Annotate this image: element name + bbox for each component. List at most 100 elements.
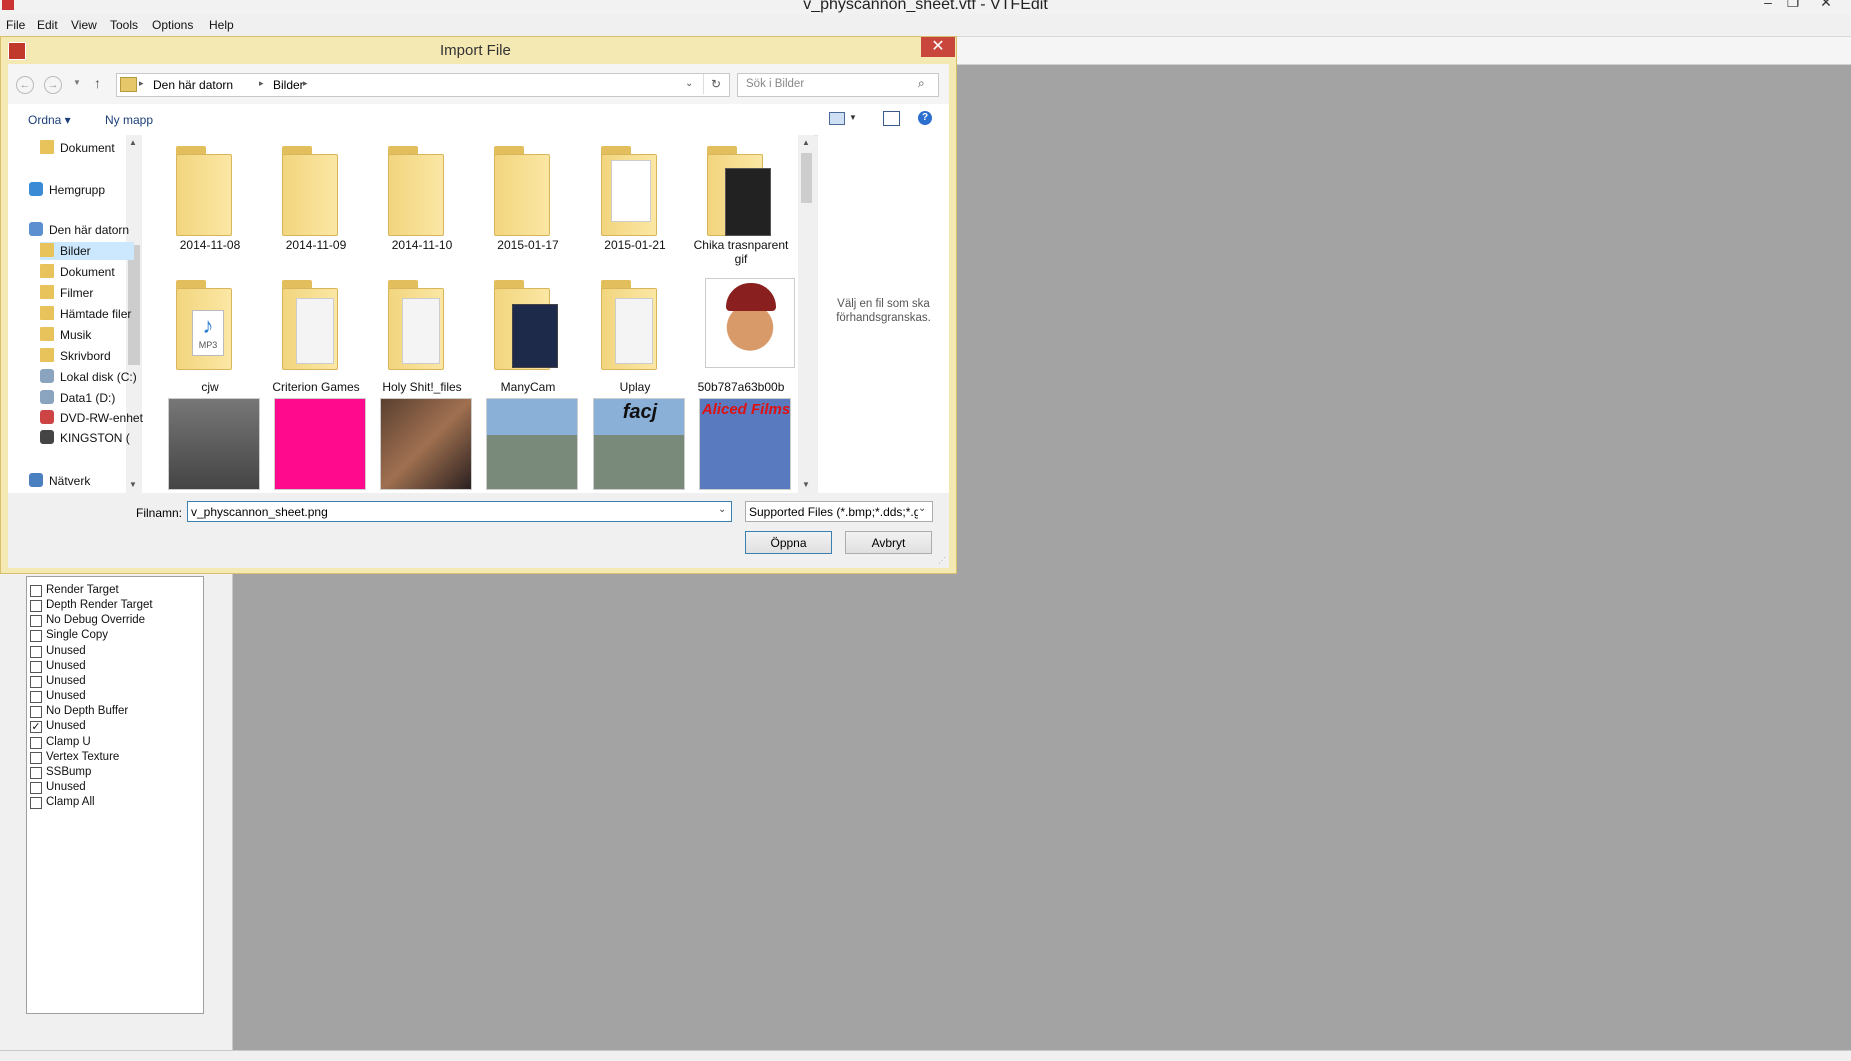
- nav-item-13[interactable]: Nätverk: [29, 472, 134, 490]
- checkbox[interactable]: [30, 751, 42, 764]
- folder-item[interactable]: 2014-11-10: [372, 142, 472, 260]
- flag-checkbox-row[interactable]: SSBump: [28, 765, 198, 780]
- filetype-select[interactable]: Supported Files (*.bmp;*.dds;*.g ⌄: [745, 501, 933, 522]
- checkbox[interactable]: [30, 706, 42, 719]
- back-icon[interactable]: ←: [16, 76, 34, 94]
- checkbox[interactable]: [30, 600, 42, 613]
- flag-checkbox-row[interactable]: Unused: [28, 689, 198, 704]
- folder-item[interactable]: 2014-11-09: [266, 142, 366, 260]
- menu-edit[interactable]: Edit: [37, 18, 58, 32]
- resize-grip-icon[interactable]: ⋰: [938, 556, 946, 565]
- folder-item[interactable]: ♪ MP3 cjw: [160, 276, 260, 394]
- content-scrollbar[interactable]: ▲ ▼: [798, 135, 814, 493]
- checkbox[interactable]: [30, 736, 42, 749]
- nav-item-12[interactable]: KINGSTON (: [40, 429, 134, 447]
- up-icon[interactable]: ↑: [94, 75, 101, 91]
- checkbox[interactable]: [30, 766, 42, 779]
- nav-item-11[interactable]: DVD-RW-enhet: [40, 409, 143, 427]
- breadcrumb-pictures[interactable]: Bilder: [273, 78, 304, 92]
- nav-item-3[interactable]: Bilder: [40, 242, 134, 260]
- preview-pane-icon[interactable]: [883, 111, 900, 126]
- nav-item-0[interactable]: Dokument: [40, 139, 134, 157]
- flag-checkbox-row[interactable]: Unused: [28, 644, 198, 659]
- menu-view[interactable]: View: [71, 18, 97, 32]
- address-bar[interactable]: ▸ Den här datorn ▸ Bilder ▸ ⌄ ↻: [116, 73, 730, 97]
- checkbox[interactable]: [30, 691, 42, 704]
- flag-checkbox-row[interactable]: No Depth Buffer: [28, 704, 198, 719]
- organize-button[interactable]: Ordna ▾: [28, 113, 71, 127]
- scroll-thumb[interactable]: [801, 153, 812, 203]
- checkbox[interactable]: [30, 675, 42, 688]
- flag-checkbox-row[interactable]: Unused: [28, 780, 198, 795]
- image-item[interactable]: [274, 398, 366, 493]
- image-item[interactable]: [380, 398, 472, 493]
- scroll-down-icon[interactable]: ▼: [802, 480, 810, 489]
- view-icon[interactable]: [829, 112, 845, 125]
- image-item[interactable]: [486, 398, 578, 493]
- breadcrumb-computer[interactable]: Den här datorn: [153, 78, 233, 92]
- nav-item-1[interactable]: Hemgrupp: [29, 181, 134, 199]
- search-input[interactable]: Sök i Bilder ⌕: [737, 73, 939, 97]
- nav-item-10[interactable]: Data1 (D:): [40, 389, 134, 407]
- flag-checkbox-row[interactable]: Clamp U: [28, 735, 198, 750]
- nav-item-5[interactable]: Filmer: [40, 284, 134, 302]
- open-button[interactable]: Öppna: [745, 531, 832, 554]
- menu-options[interactable]: Options: [152, 18, 193, 32]
- new-folder-button[interactable]: Ny mapp: [105, 113, 153, 127]
- checkbox[interactable]: [30, 585, 42, 597]
- checkbox[interactable]: [30, 781, 42, 794]
- restore-icon[interactable]: ❐: [1785, 0, 1801, 12]
- filetype-dropdown-icon[interactable]: ⌄: [918, 503, 932, 521]
- close-window-icon[interactable]: ✕: [1818, 0, 1834, 12]
- nav-item-4[interactable]: Dokument: [40, 263, 134, 281]
- checkbox[interactable]: [30, 615, 42, 628]
- menu-file[interactable]: File: [6, 18, 25, 32]
- folder-item[interactable]: Chika trasnparent gif: [691, 142, 791, 266]
- flag-checkbox-row[interactable]: Depth Render Target: [28, 598, 198, 613]
- checkbox[interactable]: [30, 630, 42, 643]
- checkbox[interactable]: [30, 645, 42, 658]
- checkbox[interactable]: [30, 660, 42, 673]
- recent-locations-icon[interactable]: ▼: [73, 78, 81, 87]
- nav-item-7[interactable]: Musik: [40, 326, 134, 344]
- image-item[interactable]: Aliced Films: [699, 398, 791, 493]
- dialog-close-button[interactable]: ✕: [921, 37, 955, 57]
- cancel-button[interactable]: Avbryt: [845, 531, 932, 554]
- folder-item[interactable]: 2015-01-17: [478, 142, 578, 260]
- flag-checkbox-row[interactable]: Single Copy: [28, 628, 198, 643]
- image-item[interactable]: [168, 398, 260, 493]
- flag-checkbox-row[interactable]: Unused: [28, 659, 198, 674]
- image-item[interactable]: facj: [593, 398, 685, 493]
- image-item[interactable]: 50b787a63b00b: [691, 276, 795, 394]
- refresh-icon[interactable]: ↻: [703, 74, 728, 94]
- flag-checkbox-row[interactable]: Render Target: [28, 583, 198, 598]
- folder-item[interactable]: Holy Shit!_files: [372, 276, 472, 394]
- menu-help[interactable]: Help: [209, 18, 234, 32]
- folder-item[interactable]: Uplay: [585, 276, 685, 394]
- search-icon[interactable]: ⌕: [918, 76, 925, 91]
- checkbox[interactable]: [30, 797, 42, 810]
- address-dropdown-icon[interactable]: ⌄: [685, 78, 693, 89]
- flag-checkbox-row[interactable]: No Debug Override: [28, 613, 198, 628]
- folder-item[interactable]: 2015-01-21: [585, 142, 685, 260]
- folder-item[interactable]: 2014-11-08: [160, 142, 260, 260]
- minimize-icon[interactable]: –: [1760, 0, 1776, 12]
- folder-item[interactable]: Criterion Games: [266, 276, 366, 394]
- help-icon[interactable]: ?: [918, 111, 932, 125]
- flag-checkbox-row[interactable]: ✓ Unused: [28, 719, 198, 734]
- forward-icon[interactable]: →: [44, 76, 62, 94]
- menu-tools[interactable]: Tools: [110, 18, 138, 32]
- scroll-up-icon[interactable]: ▲: [802, 138, 810, 147]
- filename-dropdown-icon[interactable]: ⌄: [718, 504, 726, 515]
- filename-input[interactable]: v_physcannon_sheet.png ⌄: [187, 501, 732, 522]
- nav-item-6[interactable]: Hämtade filer: [40, 305, 134, 323]
- flag-checkbox-row[interactable]: Vertex Texture: [28, 750, 198, 765]
- nav-item-8[interactable]: Skrivbord: [40, 347, 134, 365]
- checkbox[interactable]: ✓: [30, 721, 42, 734]
- view-dropdown-icon[interactable]: ▼: [849, 113, 857, 122]
- folder-item[interactable]: ManyCam: [478, 276, 578, 394]
- flag-checkbox-row[interactable]: Unused: [28, 674, 198, 689]
- nav-item-2[interactable]: Den här datorn: [29, 221, 134, 239]
- flag-checkbox-row[interactable]: Clamp All: [28, 795, 198, 810]
- nav-item-9[interactable]: Lokal disk (C:): [40, 368, 137, 386]
